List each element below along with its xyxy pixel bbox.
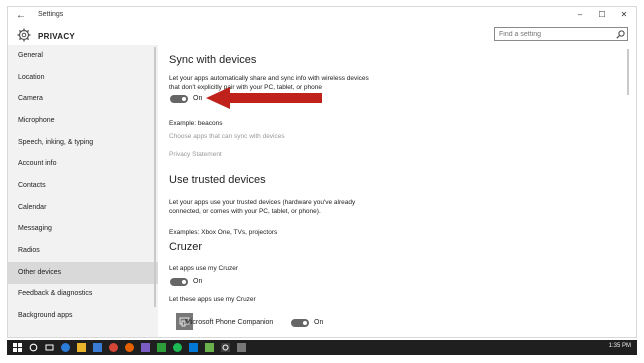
cruzer-let-these-label: Let these apps use my Cruzer: [169, 296, 256, 303]
sync-toggle-label: On: [193, 95, 203, 102]
sidebar-item-feedback[interactable]: Feedback & diagnostics: [8, 283, 158, 305]
toggle-knob: [303, 321, 307, 325]
file-explorer-icon[interactable]: [77, 343, 86, 352]
privacy-statement-link[interactable]: Privacy Statement: [169, 150, 369, 159]
sidebar-item-label: Account info: [18, 160, 57, 167]
main-content: Sync with devices Let your apps automati…: [169, 45, 629, 337]
cruzer-let-apps-label: Let apps use my Cruzer: [169, 265, 239, 272]
maximize-button[interactable]: ☐: [596, 10, 608, 19]
sidebar-item-account-info[interactable]: Account info: [8, 153, 158, 175]
taskbar: 1:35 PM: [7, 340, 637, 355]
sidebar-scrollbar[interactable]: [154, 47, 156, 307]
sidebar-item-radios[interactable]: Radios: [8, 240, 158, 262]
sidebar-item-label: General: [18, 52, 43, 59]
search-input[interactable]: [494, 27, 628, 41]
sidebar-item-contacts[interactable]: Contacts: [8, 175, 158, 197]
sidebar-item-label: Calendar: [18, 204, 47, 211]
settings-window: ← Settings – ☐ ✕ PRIVACY General Locatio…: [7, 6, 637, 338]
trusted-description: Let your apps use your trusted devices (…: [169, 199, 356, 215]
sidebar-item-label: Radios: [18, 247, 40, 254]
sidebar-item-messaging[interactable]: Messaging: [8, 218, 158, 240]
phone-companion-toggle[interactable]: [291, 319, 309, 327]
phone-companion-toggle-label: On: [314, 319, 324, 326]
choose-apps-link[interactable]: Choose apps that can sync with devices: [169, 132, 369, 141]
sidebar-item-other-devices[interactable]: Other devices: [8, 262, 158, 284]
sidebar-item-label: Microphone: [18, 117, 55, 124]
sidebar-item-label: Contacts: [18, 182, 46, 189]
sidebar-item-calendar[interactable]: Calendar: [8, 197, 158, 219]
cruzer-toggle[interactable]: [170, 278, 188, 286]
store-icon[interactable]: [93, 343, 102, 352]
search-icon[interactable]: [29, 343, 38, 352]
page-title: PRIVACY: [38, 32, 76, 41]
search-icon[interactable]: [616, 30, 625, 39]
cruzer-toggle-label: On: [193, 278, 203, 285]
gear-icon: [17, 28, 31, 42]
sidebar-item-label: Other devices: [18, 269, 62, 276]
sidebar-item-microphone[interactable]: Microphone: [8, 110, 158, 132]
content-scrollbar[interactable]: [627, 49, 629, 95]
sidebar-item-label: Background apps: [18, 312, 73, 319]
edge-icon[interactable]: [61, 343, 70, 352]
settings-icon[interactable]: [221, 343, 230, 352]
sync-example: Example: beacons: [169, 120, 223, 127]
minimize-button[interactable]: –: [574, 10, 586, 19]
toggle-knob: [182, 97, 186, 101]
app-icon[interactable]: [157, 343, 166, 352]
sync-heading: Sync with devices: [169, 54, 257, 66]
trusted-heading: Use trusted devices: [169, 174, 266, 186]
sidebar-item-speech[interactable]: Speech, inking, & typing: [8, 132, 158, 154]
sync-toggle[interactable]: [170, 95, 188, 103]
toggle-knob: [182, 280, 186, 284]
app-title: Settings: [38, 11, 64, 18]
sidebar: General Location Camera Microphone Speec…: [8, 45, 158, 337]
back-arrow-icon[interactable]: ←: [16, 10, 26, 21]
app-icon[interactable]: [189, 343, 198, 352]
start-icon[interactable]: [13, 343, 22, 352]
sidebar-item-background-apps[interactable]: Background apps: [8, 305, 158, 327]
clock[interactable]: 1:35 PM: [609, 343, 631, 349]
spotify-icon[interactable]: [173, 343, 182, 352]
sidebar-item-general[interactable]: General: [8, 45, 158, 67]
phone-companion-label: Microsoft Phone Companion: [185, 319, 274, 326]
task-view-icon[interactable]: [45, 343, 54, 352]
sidebar-item-location[interactable]: Location: [8, 67, 158, 89]
sidebar-item-label: Messaging: [18, 225, 52, 232]
close-button[interactable]: ✕: [618, 10, 630, 19]
firefox-icon[interactable]: [125, 343, 134, 352]
sidebar-item-label: Location: [18, 74, 45, 81]
sidebar-item-label: Feedback & diagnostics: [18, 290, 93, 297]
sidebar-item-label: Speech, inking, & typing: [18, 139, 94, 146]
title-bar: ← Settings – ☐ ✕: [8, 7, 636, 25]
app-icon[interactable]: [237, 343, 246, 352]
sidebar-item-label: Camera: [18, 95, 43, 102]
app-icon[interactable]: [205, 343, 214, 352]
chrome-icon[interactable]: [109, 343, 118, 352]
sidebar-item-camera[interactable]: Camera: [8, 88, 158, 110]
red-arrow-annotation: [206, 87, 322, 109]
cruzer-heading: Cruzer: [169, 241, 203, 253]
app-icon[interactable]: [141, 343, 150, 352]
trusted-examples: Examples: Xbox One, TVs, projectors: [169, 229, 278, 236]
